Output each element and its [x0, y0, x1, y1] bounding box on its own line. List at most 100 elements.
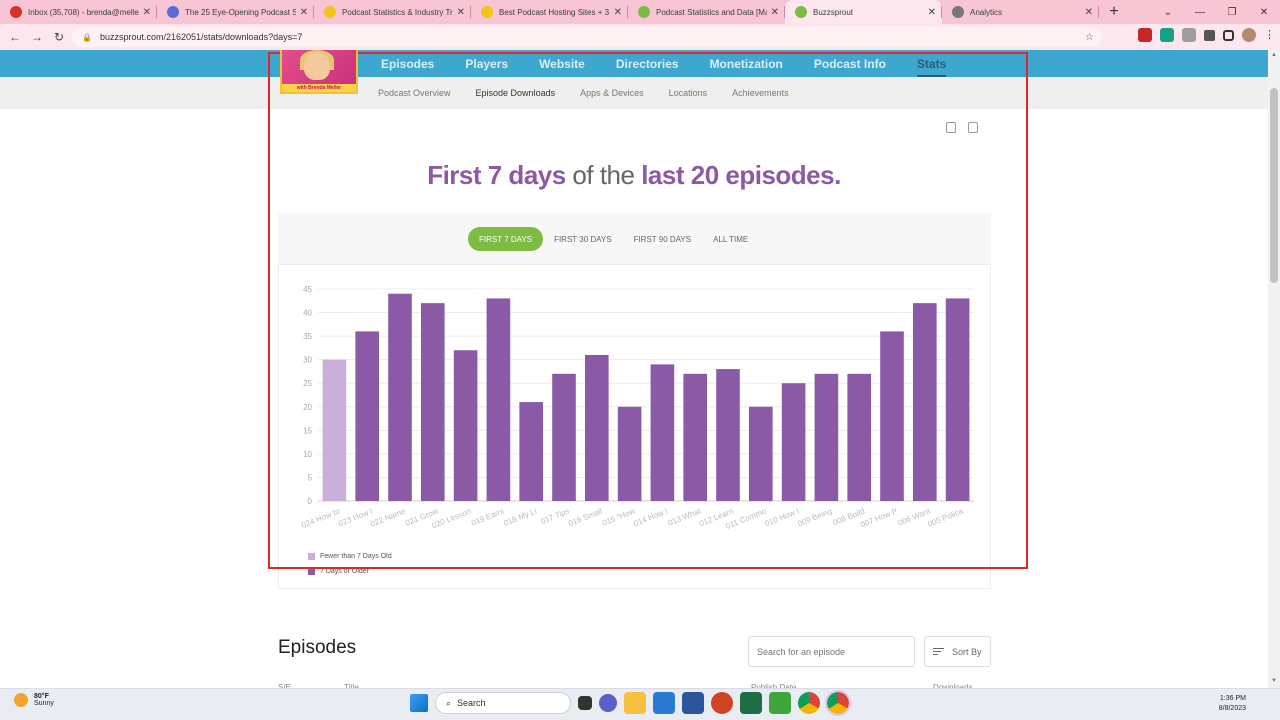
- cover-byline: with Brenda Meller: [282, 84, 356, 92]
- episode-search-input[interactable]: [748, 636, 915, 667]
- close-icon[interactable]: ✕: [143, 7, 151, 18]
- y-tick-label: 30: [303, 356, 312, 365]
- bar[interactable]: [781, 383, 806, 501]
- bar[interactable]: [617, 406, 642, 501]
- scroll-down-icon[interactable]: ▼: [1268, 678, 1280, 684]
- podcast-cover-art[interactable]: with Brenda Meller: [280, 50, 358, 94]
- bar[interactable]: [519, 402, 544, 501]
- bar[interactable]: [420, 303, 445, 501]
- forward-icon[interactable]: →: [26, 30, 48, 44]
- sort-by-button[interactable]: Sort By: [924, 636, 991, 667]
- back-icon[interactable]: ←: [4, 30, 26, 44]
- taskbar-clock[interactable]: 1:36 PM 8/8/2023: [1219, 694, 1246, 714]
- side-panel-icon[interactable]: [1223, 30, 1234, 41]
- avatar[interactable]: [1242, 28, 1256, 42]
- close-icon[interactable]: ✕: [1085, 7, 1093, 18]
- subnav-episode-downloads[interactable]: Episode Downloads: [476, 88, 556, 98]
- close-icon[interactable]: ✕: [300, 7, 308, 18]
- store-icon[interactable]: [653, 692, 675, 714]
- subnav-locations[interactable]: Locations: [669, 88, 708, 98]
- bar[interactable]: [584, 354, 609, 501]
- nav-stats[interactable]: Stats: [916, 57, 947, 77]
- windows-start-icon[interactable]: [410, 694, 428, 712]
- nav-episodes[interactable]: Episodes: [381, 57, 434, 71]
- bar[interactable]: [847, 373, 872, 501]
- subnav-achievements[interactable]: Achievements: [732, 88, 789, 98]
- chevron-down-icon[interactable]: ⌄: [1152, 0, 1184, 24]
- legend-item[interactable]: 7 Days or Older: [308, 564, 392, 579]
- powerpoint-icon[interactable]: [711, 692, 733, 714]
- grammarly-extension-icon[interactable]: [1160, 28, 1174, 42]
- browser-tab[interactable]: Buzzsprout ✕: [785, 0, 942, 24]
- chrome-icon[interactable]: [798, 692, 820, 714]
- screen-capture-extension-icon[interactable]: [1182, 28, 1196, 42]
- bar[interactable]: [650, 364, 675, 501]
- bar[interactable]: [552, 373, 576, 501]
- browser-tab[interactable]: Podcast Statistics and Data [Ma ✕: [628, 0, 785, 24]
- bar[interactable]: [486, 298, 511, 501]
- close-icon[interactable]: ✕: [614, 7, 622, 18]
- new-tab-button[interactable]: +: [1099, 0, 1129, 24]
- subnav-podcast-overview[interactable]: Podcast Overview: [378, 88, 451, 98]
- camtasia-icon[interactable]: [769, 692, 791, 714]
- download-icon[interactable]: [946, 122, 956, 133]
- bar[interactable]: [880, 331, 904, 501]
- x-tick-label: 015 "How: [601, 506, 636, 527]
- bar[interactable]: [912, 303, 937, 501]
- range-tab[interactable]: ALL TIME: [702, 227, 759, 251]
- x-tick-label: 019 Earni: [470, 506, 505, 527]
- browser-tab[interactable]: Podcast Statistics & Industry Tre ✕: [314, 0, 471, 24]
- bar[interactable]: [683, 373, 708, 501]
- close-icon[interactable]: ✕: [771, 7, 779, 18]
- word-icon[interactable]: [682, 692, 704, 714]
- bar[interactable]: [388, 293, 412, 501]
- taskbar-search[interactable]: ⌕ Search: [435, 692, 571, 714]
- pdf-extension-icon[interactable]: [1138, 28, 1152, 42]
- close-icon[interactable]: ✕: [1248, 0, 1280, 24]
- weather-condition: Sunny: [34, 700, 54, 707]
- more-menu-icon[interactable]: ⋮: [1264, 28, 1275, 42]
- chrome-profile-icon[interactable]: [825, 690, 851, 716]
- bar[interactable]: [322, 359, 347, 501]
- subnav-apps-devices[interactable]: Apps & Devices: [580, 88, 644, 98]
- close-icon[interactable]: ✕: [928, 7, 936, 18]
- bar[interactable]: [814, 373, 839, 501]
- bar[interactable]: [716, 369, 740, 501]
- task-view-icon[interactable]: [578, 696, 592, 710]
- restore-icon[interactable]: ❐: [1216, 0, 1248, 24]
- scroll-thumb[interactable]: [1270, 88, 1278, 283]
- print-icon[interactable]: [968, 122, 978, 133]
- headline-connector: of the: [565, 160, 642, 190]
- close-icon[interactable]: ✕: [457, 7, 465, 18]
- nav-players[interactable]: Players: [465, 57, 508, 71]
- legend-item[interactable]: Fewer than 7 Days Old: [308, 549, 392, 564]
- nav-monetization[interactable]: Monetization: [710, 57, 783, 71]
- minimize-icon[interactable]: —: [1184, 0, 1216, 24]
- bar[interactable]: [355, 331, 380, 501]
- excel-icon[interactable]: [740, 692, 762, 714]
- browser-tab[interactable]: Inbox (35,708) - brenda@mellerr ✕: [0, 0, 157, 24]
- browser-tab[interactable]: Best Podcast Hosting Sites + 3 F ✕: [471, 0, 628, 24]
- clock-date: 8/8/2023: [1218, 705, 1246, 712]
- scroll-up-icon[interactable]: ▲: [1268, 52, 1280, 58]
- tab-title: The 25 Eye-Opening Podcast Sta: [185, 7, 296, 17]
- address-bar[interactable]: 🔒 buzzsprout.com/2162051/stats/downloads…: [72, 27, 1102, 47]
- weather-widget[interactable]: 80°F Sunny: [14, 693, 54, 707]
- bar[interactable]: [945, 298, 970, 501]
- chat-icon[interactable]: [599, 694, 617, 712]
- bar[interactable]: [453, 350, 478, 501]
- bar[interactable]: [748, 406, 773, 501]
- file-explorer-icon[interactable]: [624, 692, 646, 714]
- x-tick-label: 014 How I: [632, 507, 669, 529]
- range-tab[interactable]: FIRST 30 DAYS: [543, 227, 623, 251]
- puzzle-icon[interactable]: [1204, 30, 1215, 41]
- browser-tab[interactable]: The 25 Eye-Opening Podcast Sta ✕: [157, 0, 314, 24]
- nav-podcast-info[interactable]: Podcast Info: [814, 57, 886, 71]
- bookmark-star-icon[interactable]: ☆: [1085, 32, 1094, 43]
- nav-website[interactable]: Website: [539, 57, 585, 71]
- nav-directories[interactable]: Directories: [616, 57, 679, 71]
- range-tab[interactable]: FIRST 90 DAYS: [623, 227, 703, 251]
- range-tab[interactable]: FIRST 7 DAYS: [468, 227, 544, 251]
- browser-tab[interactable]: Analytics ✕: [942, 0, 1099, 24]
- reload-icon[interactable]: ↻: [48, 30, 70, 44]
